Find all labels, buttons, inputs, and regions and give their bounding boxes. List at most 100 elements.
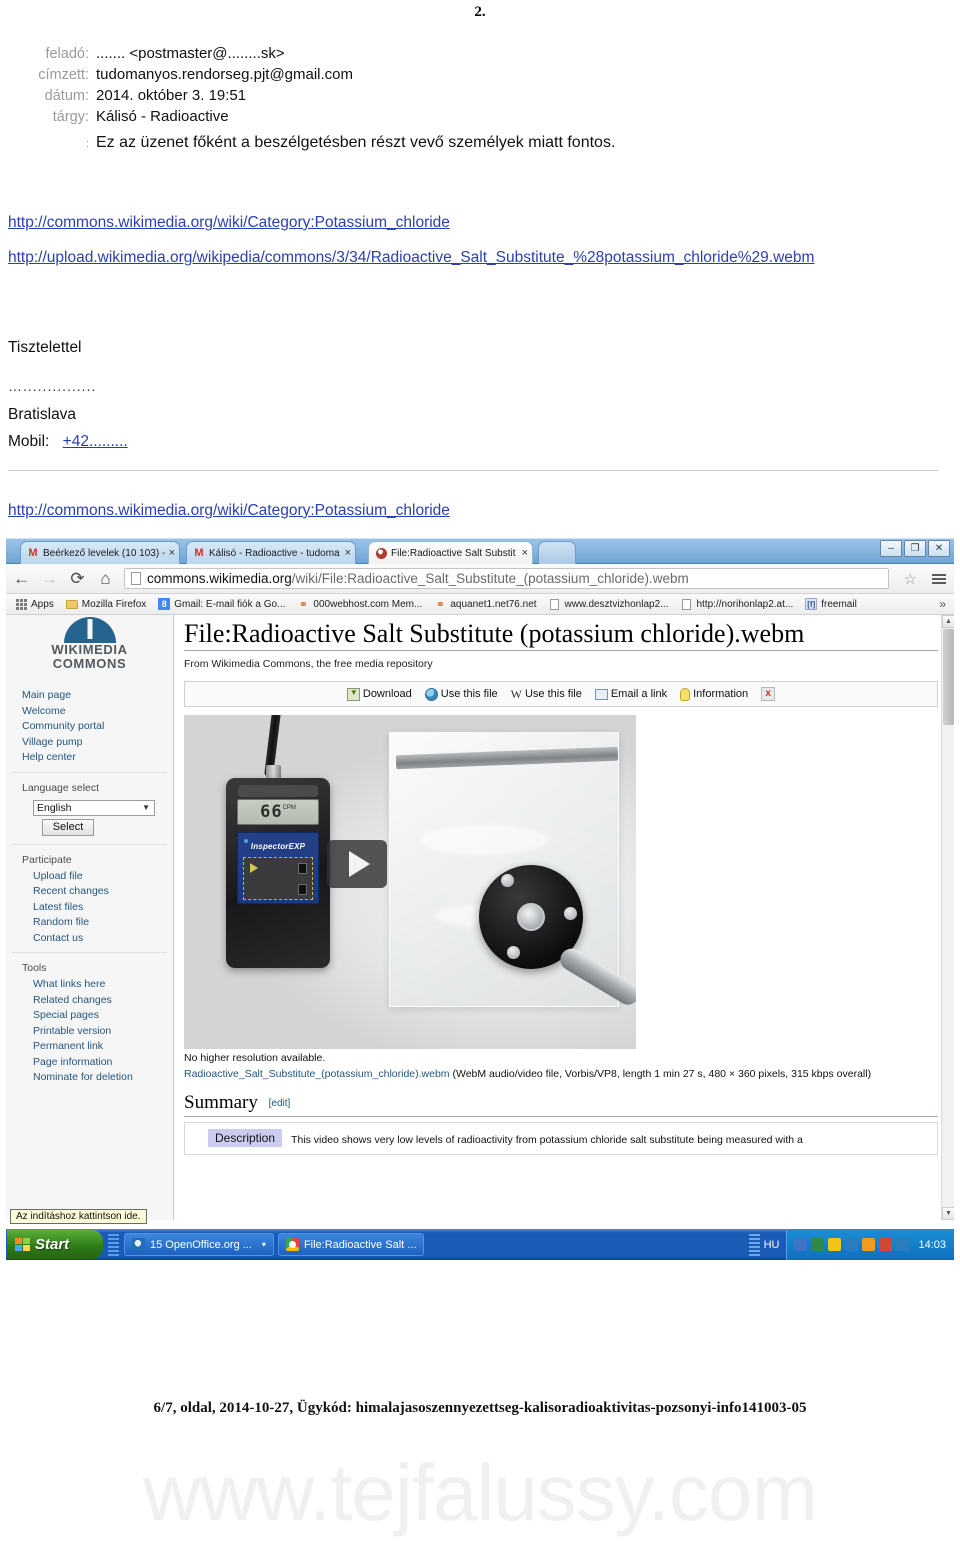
tab-title: File:Radioactive Salt Substit [391, 547, 516, 559]
sidebar-navigation-group: Main page Welcome Community portal Villa… [12, 681, 167, 773]
bookmark-desztvizhonlap[interactable]: www.desztvizhonlap2... [544, 597, 674, 611]
bookmark-apps[interactable]: Apps [10, 597, 59, 611]
download-action[interactable]: Download [346, 687, 412, 701]
radiation-triangle-icon [250, 863, 258, 873]
taskbar-grip[interactable] [108, 1233, 119, 1256]
sidebar-item-permanent-link[interactable]: Permanent link [22, 1039, 167, 1055]
taskbar-button-label: File:Radioactive Salt ... [303, 1238, 417, 1251]
scroll-up-icon[interactable]: ▲ [942, 615, 954, 628]
sidebar-item-special-pages[interactable]: Special pages [22, 1008, 167, 1024]
taskbar-clock[interactable]: 14:03 [918, 1239, 946, 1251]
wikimedia-commons-logo[interactable]: WIKIMEDIA COMMONS [6, 615, 173, 671]
email-row-from: feladó: ....... <postmaster@........sk> [28, 44, 728, 64]
bookmark-000webhost[interactable]: ⚭ 000webhost.com Mem... [292, 597, 427, 611]
bookmark-label: 000webhost.com Mem... [313, 598, 423, 610]
commons-category-link-1[interactable]: http://commons.wikimedia.org/wiki/Catego… [8, 212, 948, 233]
page-icon [681, 598, 693, 610]
sidebar-item-village-pump[interactable]: Village pump [22, 735, 167, 751]
browser-tab-inbox[interactable]: M Beérkező levelek (10 103) - × [20, 541, 180, 564]
action-label: Use this file [440, 688, 498, 700]
network-icon[interactable] [794, 1238, 808, 1251]
summary-edit-link[interactable]: [edit] [269, 1098, 291, 1109]
sidebar-item-what-links-here[interactable]: What links here [22, 977, 167, 993]
openoffice-icon[interactable] [845, 1238, 859, 1251]
page-subtitle: From Wikimedia Commons, the free media r… [184, 658, 433, 670]
sidebar-item-recent-changes[interactable]: Recent changes [22, 884, 167, 900]
window-controls: – ❐ ✕ [880, 540, 950, 557]
start-button[interactable]: Start [7, 1230, 103, 1259]
maximize-button[interactable]: ❐ [904, 540, 926, 557]
printer-icon[interactable] [811, 1238, 825, 1251]
messenger-icon[interactable] [896, 1238, 910, 1251]
address-bar[interactable]: commons.wikimedia.org/wiki/File:Radioact… [124, 568, 889, 589]
scrollbar-thumb[interactable] [943, 629, 954, 725]
browser-tabstrip: M Beérkező levelek (10 103) - × M Kálisó… [6, 538, 954, 564]
browser-tab-file-active[interactable]: File:Radioactive Salt Substit × [368, 541, 533, 564]
upload-webm-link[interactable]: http://upload.wikimedia.org/wikipedia/co… [8, 247, 948, 268]
bookmark-norihonlap[interactable]: http://norihonlap2.at... [676, 597, 799, 611]
chevron-down-icon[interactable]: ▾ [262, 1240, 266, 1249]
bookmark-aquanet[interactable]: ⚭ aquanet1.net76.net [429, 597, 541, 611]
sidebar-item-latest-files[interactable]: Latest files [22, 900, 167, 916]
use-this-file-web-action[interactable]: Use this file [424, 687, 498, 701]
bookmark-freemail[interactable]: [f] freemail [800, 597, 862, 611]
language-select-dropdown[interactable]: English ▼ [33, 799, 155, 816]
bookmark-gmail[interactable]: 8 Gmail: E-mail fiók a Go... [153, 597, 290, 611]
email-a-link-action[interactable]: Email a link [594, 688, 667, 700]
bookmark-star-icon[interactable]: ☆ [904, 570, 917, 588]
sidebar-item-printable-version[interactable]: Printable version [22, 1024, 167, 1040]
close-icon[interactable]: × [345, 547, 351, 559]
email-label-to: címzett: [38, 67, 89, 84]
sidebar-item-nominate-for-deletion[interactable]: Nominate for deletion [22, 1070, 167, 1086]
commons-category-link-2[interactable]: http://commons.wikimedia.org/wiki/Catego… [8, 500, 948, 521]
use-this-file-wiki-action[interactable]: W Use this file [511, 687, 582, 702]
language-indicator[interactable]: HU [764, 1239, 780, 1251]
back-icon[interactable]: ← [12, 569, 31, 588]
email-value-to: tudomanyos.rendorseg.pjt@gmail.com [96, 66, 354, 84]
update-icon[interactable] [862, 1238, 876, 1251]
mobil-link[interactable]: +42......... [63, 433, 128, 450]
bookmark-mozilla-firefox[interactable]: Mozilla Firefox [61, 597, 151, 611]
shield-icon[interactable] [828, 1238, 842, 1251]
wikimedia-icon [375, 547, 387, 559]
home-icon[interactable]: ⌂ [96, 569, 115, 588]
sidebar-item-random-file[interactable]: Random file [22, 915, 167, 931]
vertical-scrollbar[interactable]: ▲ ▼ [941, 615, 954, 1220]
sidebar-item-contact-us[interactable]: Contact us [22, 931, 167, 947]
sidebar-item-page-information[interactable]: Page information [22, 1055, 167, 1071]
browser-tab-kaliso[interactable]: M Kálisó - Radioactive - tudoma × [186, 541, 356, 564]
sidebar-item-related-changes[interactable]: Related changes [22, 993, 167, 1009]
file-name-link[interactable]: Radioactive_Salt_Substitute_(potassium_c… [184, 1068, 450, 1080]
language-select-button[interactable]: Select [42, 818, 94, 836]
tray-grip[interactable] [748, 1233, 760, 1256]
close-icon[interactable]: × [169, 547, 175, 559]
sidebar-item-community-portal[interactable]: Community portal [22, 719, 167, 735]
new-tab-button[interactable] [538, 541, 576, 564]
sidebar-item-main-page[interactable]: Main page [22, 688, 167, 704]
taskbar-button-openoffice[interactable]: 15 OpenOffice.org ... ▾ [124, 1233, 274, 1256]
bookmarks-overflow-icon[interactable]: » [939, 597, 950, 611]
menu-icon[interactable] [932, 573, 946, 584]
bookmark-label: Gmail: E-mail fiók a Go... [174, 598, 286, 610]
antivirus-icon[interactable] [879, 1238, 893, 1251]
reload-icon[interactable]: ⟳ [68, 569, 87, 588]
watermark: www.tejfalussy.com [142, 1448, 818, 1537]
minimize-button[interactable]: – [880, 540, 902, 557]
play-button[interactable] [327, 840, 387, 888]
sidebar-item-help-center[interactable]: Help center [22, 750, 167, 766]
forward-icon[interactable]: → [40, 569, 59, 588]
scroll-down-icon[interactable]: ▼ [942, 1207, 954, 1220]
taskbar-button-chrome[interactable]: File:Radioactive Salt ... [277, 1233, 425, 1256]
closing-text: Tisztelettel [8, 339, 82, 356]
video-player-thumbnail[interactable]: 66 CPM InspectorEXP [184, 715, 636, 1049]
action-label: Download [362, 688, 412, 700]
close-icon[interactable]: × [522, 547, 528, 559]
information-action[interactable]: Information [680, 687, 748, 701]
sidebar-item-upload-file[interactable]: Upload file [22, 869, 167, 885]
page-number: 2. [474, 4, 486, 20]
close-window-button[interactable]: ✕ [928, 540, 950, 557]
signature-dots: …............... [8, 378, 97, 394]
sidebar-item-welcome[interactable]: Welcome [22, 704, 167, 720]
email-row-to: címzett: tudomanyos.rendorseg.pjt@gmail.… [28, 65, 728, 85]
close-toolbar-icon[interactable]: x [761, 687, 776, 701]
